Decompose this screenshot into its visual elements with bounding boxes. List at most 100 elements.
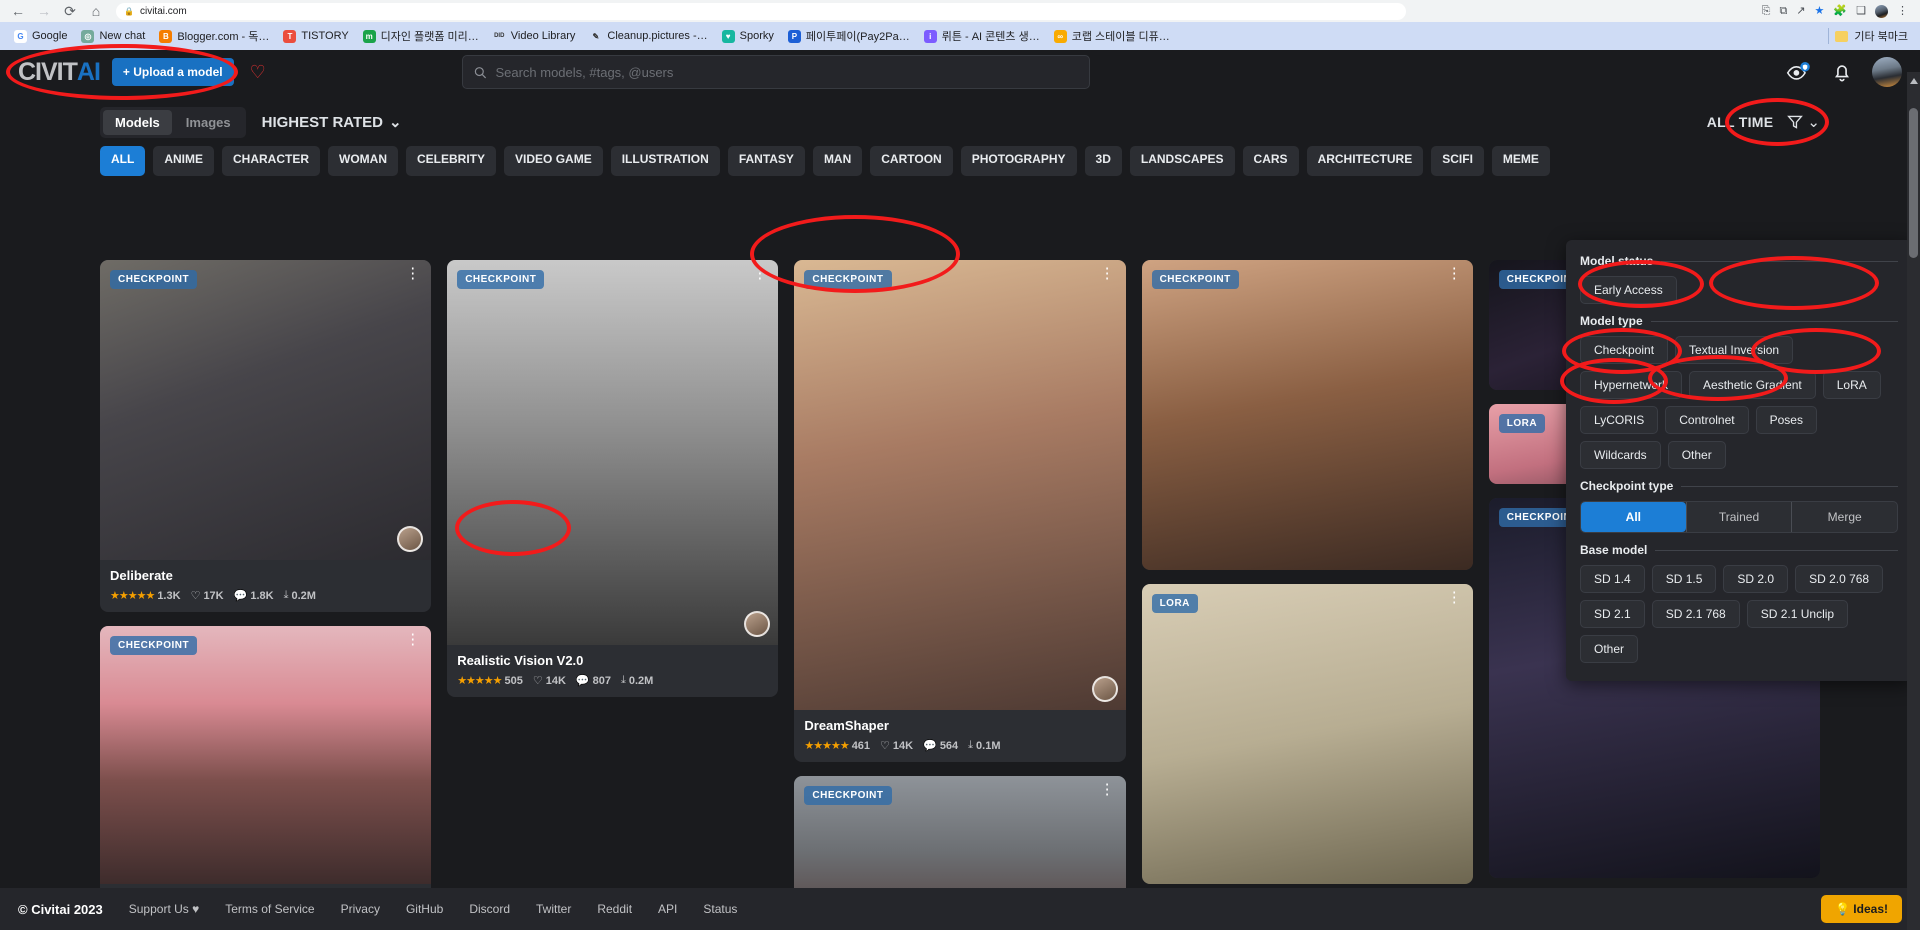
bookmark-item[interactable]: B Blogger.com - 독… (153, 25, 275, 47)
model-type-chip-aesthetic-gradient[interactable]: Aesthetic Gradient (1689, 371, 1816, 399)
bookmark-item[interactable]: ∞ 코랩 스테이블 디퓨… (1048, 25, 1176, 47)
checkpoint-type-trained[interactable]: Trained (1687, 502, 1792, 532)
bookmark-item[interactable]: DID Video Library (487, 27, 582, 46)
back-button[interactable]: ← (8, 4, 28, 18)
creator-avatar[interactable] (744, 611, 771, 637)
footer-link-reddit[interactable]: Reddit (597, 902, 632, 916)
model-type-chip-textual-inversion[interactable]: Textual Inversion (1675, 336, 1794, 364)
upload-model-button[interactable]: + Upload a model (111, 58, 234, 86)
card-thumbnail[interactable]: CHECKPOINT ⋮ (1141, 260, 1473, 570)
card-menu-icon[interactable]: ⋮ (1447, 266, 1463, 281)
bookmark-item[interactable]: T TISTORY (277, 27, 354, 46)
footer-link-terms-of-service[interactable]: Terms of Service (225, 902, 314, 916)
bookmark-item[interactable]: G Google (8, 27, 73, 46)
sidepanel-icon[interactable]: ❑ (1856, 5, 1866, 17)
model-type-chip-hypernetwork[interactable]: Hypernetwork (1580, 371, 1683, 399)
extensions-icon[interactable]: 🧩 (1833, 5, 1847, 17)
model-type-chip-lycoris[interactable]: LyCORIS (1580, 406, 1659, 434)
footer-link-support-us[interactable]: Support Us ♥ (129, 902, 200, 916)
model-type-chip-wildcards[interactable]: Wildcards (1580, 441, 1661, 469)
category-chip-fantasy[interactable]: FANTASY (727, 146, 805, 176)
base-model-chip-sd-2-0[interactable]: SD 2.0 (1723, 565, 1789, 593)
bookmark-star-icon[interactable]: ★ (1815, 5, 1825, 17)
checkpoint-type-all[interactable]: All (1581, 502, 1686, 532)
period-label[interactable]: ALL TIME (1707, 114, 1774, 130)
footer-link-discord[interactable]: Discord (469, 902, 510, 916)
card-thumbnail[interactable]: CHECKPOINT ⋮ (447, 260, 779, 645)
base-model-chip-sd-1-5[interactable]: SD 1.5 (1651, 565, 1717, 593)
home-button[interactable]: ⌂ (86, 4, 106, 18)
model-card[interactable]: CHECKPOINT⋮ReV Animated★★★★★593♡ 13K💬 32… (100, 626, 432, 930)
page-scrollbar[interactable] (1907, 72, 1920, 930)
bookmark-item[interactable]: m 디자인 플랫폼 미리… (357, 25, 485, 47)
forward-button[interactable]: → (34, 4, 54, 18)
category-chip-woman[interactable]: WOMAN (328, 146, 398, 176)
bookmark-item[interactable]: ♥ Sporky (716, 27, 780, 46)
bookmark-item[interactable]: ✎ Cleanup.pictures -… (583, 27, 713, 46)
card-menu-icon[interactable]: ⋮ (1447, 590, 1463, 605)
footer-link-api[interactable]: API (658, 902, 677, 916)
card-thumbnail[interactable]: LORA ⋮ (1141, 584, 1473, 884)
category-chip-photography[interactable]: PHOTOGRAPHY (960, 146, 1077, 176)
model-status-chip-early-access[interactable]: Early Access (1580, 276, 1677, 304)
sort-dropdown[interactable]: HIGHEST RATED ⌄ (262, 113, 402, 132)
model-type-chip-checkpoint[interactable]: Checkpoint (1580, 336, 1669, 364)
model-card[interactable]: CHECKPOINT ⋮ (1141, 260, 1473, 570)
category-chip-celebrity[interactable]: CELEBRITY (406, 146, 497, 176)
creator-avatar[interactable] (397, 526, 424, 552)
category-chip-architecture[interactable]: ARCHITECTURE (1306, 146, 1424, 176)
model-card[interactable]: CHECKPOINT ⋮ DreamShaper ★★★★★ 461 ♡ 14K 💬 564… (794, 260, 1126, 762)
bookmark-item[interactable]: P 페이투페이(Pay2Pa… (782, 25, 916, 47)
category-chip-illustration[interactable]: ILLUSTRATION (610, 146, 720, 176)
civitai-logo[interactable]: CIVIT AI (18, 58, 101, 87)
category-chip-cartoon[interactable]: CARTOON (870, 146, 953, 176)
footer-link-twitter[interactable]: Twitter (536, 902, 571, 916)
menu-icon[interactable]: ⋮ (1897, 5, 1908, 17)
address-bar[interactable]: 🔒 civitai.com (116, 2, 1406, 20)
base-model-chip-sd-2-0-768[interactable]: SD 2.0 768 (1795, 565, 1884, 593)
checkpoint-type-merge[interactable]: Merge (1792, 502, 1897, 532)
card-thumbnail[interactable]: CHECKPOINT ⋮ (100, 626, 432, 884)
card-thumbnail[interactable]: CHECKPOINT ⋮ (794, 260, 1126, 710)
category-chip-meme[interactable]: MEME (1491, 146, 1550, 176)
bell-icon[interactable] (1832, 61, 1852, 83)
model-card[interactable]: CHECKPOINT ⋮ Realistic Vision V2.0 ★★★★★ 505… (447, 260, 779, 697)
search-bar[interactable] (462, 55, 1090, 89)
creator-avatar[interactable] (1091, 676, 1118, 702)
share-icon[interactable]: ↗ (1796, 5, 1805, 17)
other-bookmarks-group[interactable]: 기타 북마크 (1828, 28, 1912, 44)
base-model-chip-sd-2-1-768[interactable]: SD 2.1 768 (1651, 600, 1740, 628)
tab-models[interactable]: Models (103, 109, 172, 135)
tab-images[interactable]: Images (174, 110, 243, 135)
card-menu-icon[interactable]: ⋮ (1100, 782, 1116, 797)
category-chip-man[interactable]: MAN (812, 146, 863, 176)
base-model-chip-sd-2-1-unclip[interactable]: SD 2.1 Unclip (1746, 600, 1849, 628)
model-card[interactable]: CHECKPOINT ⋮ Deliberate ★★★★★ 1.3K ♡ 17K 💬 1.8… (100, 260, 432, 612)
model-type-chip-lora[interactable]: LoRA (1822, 371, 1881, 399)
model-card[interactable]: LORA ⋮ (1141, 584, 1473, 884)
heart-icon[interactable]: ♡ (250, 62, 266, 83)
filter-button[interactable]: ⌄ (1787, 113, 1820, 131)
category-chip-cars[interactable]: CARS (1242, 146, 1299, 176)
card-menu-icon[interactable]: ⋮ (405, 632, 421, 647)
card-thumbnail[interactable]: CHECKPOINT ⋮ (100, 260, 432, 560)
install-icon[interactable]: ⎘ (1762, 5, 1771, 17)
category-chip-3d[interactable]: 3D (1084, 146, 1122, 176)
model-type-chip-other[interactable]: Other (1667, 441, 1726, 469)
model-type-chip-poses[interactable]: Poses (1755, 406, 1817, 434)
footer-link-privacy[interactable]: Privacy (341, 902, 380, 916)
user-avatar[interactable] (1872, 57, 1902, 87)
reload-button[interactable]: ⟳ (60, 4, 80, 18)
search-input[interactable] (495, 64, 1079, 80)
translate-icon[interactable]: ⧉ (1779, 5, 1787, 17)
card-menu-icon[interactable]: ⋮ (752, 266, 768, 281)
profile-avatar[interactable] (1875, 4, 1888, 18)
scroll-up-arrow-icon[interactable] (1910, 78, 1918, 84)
scrollbar-thumb[interactable] (1909, 108, 1918, 258)
bookmark-item[interactable]: i 뤼튼 - AI 콘텐츠 생… (918, 25, 1046, 47)
category-chip-character[interactable]: CHARACTER (222, 146, 320, 176)
footer-link-github[interactable]: GitHub (406, 902, 443, 916)
category-chip-all[interactable]: ALL (100, 146, 146, 176)
footer-link-status[interactable]: Status (703, 902, 737, 916)
bookmark-item[interactable]: ◎ New chat (75, 27, 151, 46)
